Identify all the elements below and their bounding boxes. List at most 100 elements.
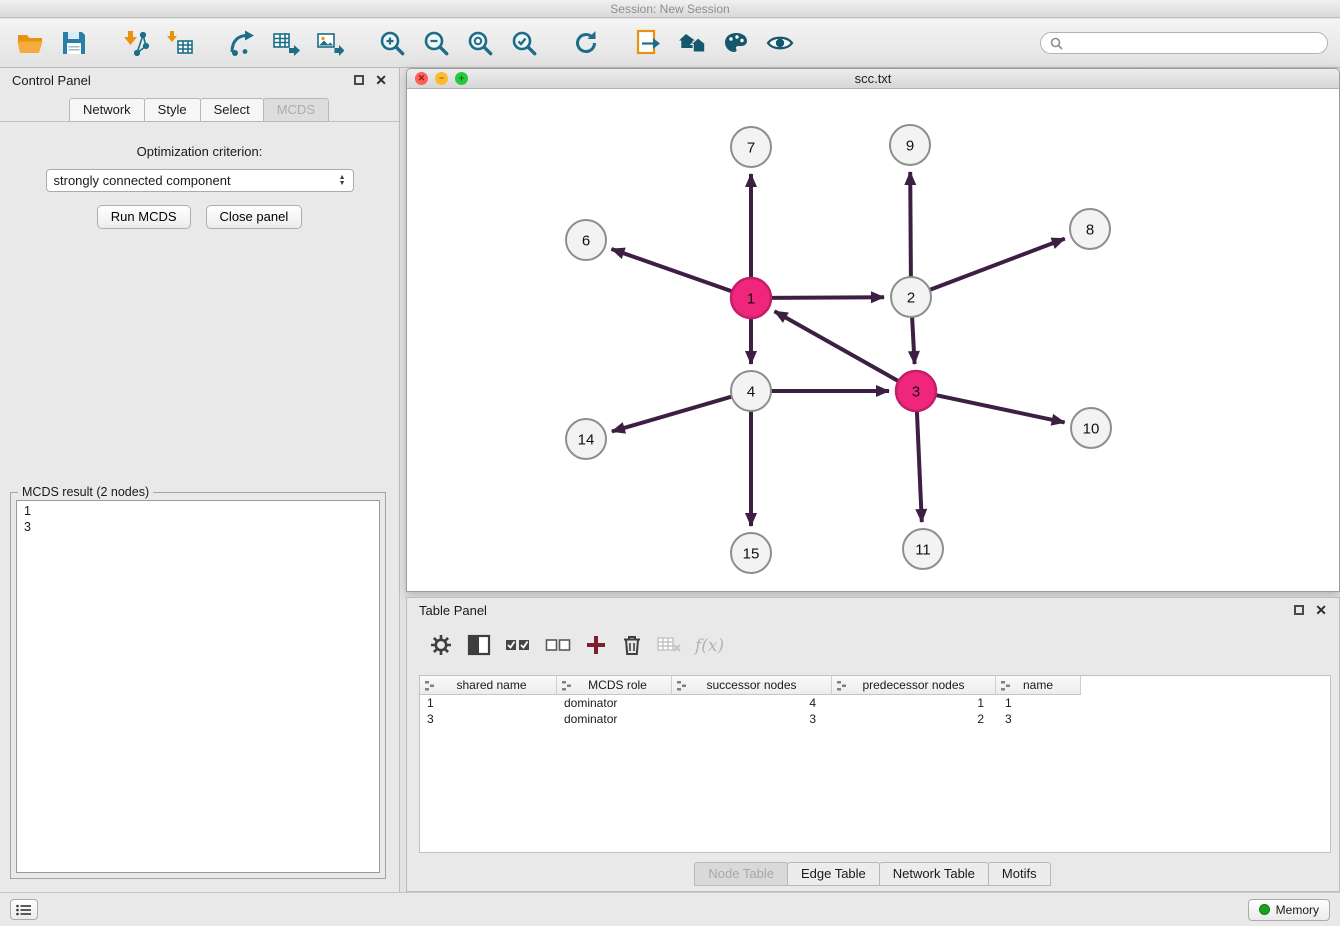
- zoom-out-button[interactable]: [418, 25, 454, 61]
- cell-shared-name[interactable]: 1: [420, 695, 557, 711]
- column-tree-icon: [1000, 680, 1011, 691]
- graph-edge-3-11[interactable]: [917, 411, 922, 522]
- tab-network[interactable]: Network: [69, 98, 145, 122]
- close-table-panel-icon[interactable]: ✕: [1315, 605, 1327, 615]
- graph-node-label-11: 11: [915, 541, 931, 558]
- select-all-columns-button[interactable]: [505, 637, 531, 656]
- zoom-in-button[interactable]: [374, 25, 410, 61]
- network-canvas[interactable]: 7968124314101511: [407, 89, 1339, 591]
- refresh-icon: [572, 29, 600, 57]
- tab-select[interactable]: Select: [200, 98, 264, 122]
- float-table-panel-icon[interactable]: [1294, 605, 1304, 615]
- column-tree-icon: [561, 680, 572, 691]
- graph-edge-4-14[interactable]: [612, 397, 732, 432]
- graph-edge-2-9[interactable]: [910, 172, 911, 277]
- graph-node-label-9: 9: [906, 137, 914, 154]
- table-row[interactable]: 3 dominator 3 2 3: [420, 711, 1330, 727]
- cell-successor-nodes[interactable]: 4: [672, 695, 832, 711]
- graph-node-label-6: 6: [582, 232, 590, 249]
- refresh-group: [568, 25, 604, 61]
- close-panel-button[interactable]: Close panel: [206, 205, 303, 229]
- export-table-button[interactable]: [268, 25, 304, 61]
- table-row[interactable]: 1 dominator 4 1 1: [420, 695, 1330, 711]
- toolbar-search[interactable]: [1040, 32, 1328, 54]
- cell-name[interactable]: 1: [996, 695, 1081, 711]
- show-hide-details-button[interactable]: [762, 25, 798, 61]
- result-item[interactable]: 3: [17, 519, 379, 535]
- graph-edge-2-3[interactable]: [912, 317, 915, 364]
- save-session-button[interactable]: [56, 25, 92, 61]
- import-group: [118, 25, 198, 61]
- mcds-result-title: MCDS result (2 nodes): [18, 485, 153, 499]
- column-tree-icon: [676, 680, 687, 691]
- table-settings-button[interactable]: [429, 633, 453, 660]
- apply-style-button[interactable]: [718, 25, 754, 61]
- houses-icon: [678, 29, 706, 57]
- network-from-selection-button[interactable]: [630, 25, 666, 61]
- column-header-successor-nodes[interactable]: successor nodes: [672, 676, 832, 694]
- window-zoom-button[interactable]: +: [455, 72, 468, 85]
- tab-motifs[interactable]: Motifs: [988, 862, 1051, 886]
- search-input[interactable]: [1068, 36, 1318, 50]
- import-network-button[interactable]: [118, 25, 154, 61]
- delete-table-button-disabled: [657, 636, 681, 657]
- tab-network-table[interactable]: Network Table: [879, 862, 989, 886]
- tab-style[interactable]: Style: [144, 98, 201, 122]
- window-close-button[interactable]: ✕: [415, 72, 428, 85]
- tab-mcds[interactable]: MCDS: [263, 98, 329, 122]
- import-table-button[interactable]: [162, 25, 198, 61]
- memory-label: Memory: [1276, 903, 1319, 917]
- tab-edge-table[interactable]: Edge Table: [787, 862, 880, 886]
- refresh-layout-button[interactable]: [568, 25, 604, 61]
- network-window-titlebar[interactable]: scc.txt ✕ − +: [407, 69, 1339, 89]
- document-network-icon: [634, 29, 662, 57]
- graph-edge-1-2[interactable]: [771, 297, 884, 298]
- column-header-shared-name[interactable]: shared name: [420, 676, 557, 694]
- close-panel-icon[interactable]: ✕: [375, 75, 387, 85]
- mcds-result-list[interactable]: 1 3: [16, 500, 380, 873]
- graph-edge-3-10[interactable]: [936, 395, 1065, 422]
- window-minimize-button[interactable]: −: [435, 72, 448, 85]
- create-column-button[interactable]: [585, 634, 607, 659]
- trash-icon: [621, 634, 643, 656]
- graph-edge-1-6[interactable]: [612, 249, 733, 291]
- zoom-out-icon: [422, 29, 450, 57]
- criterion-select[interactable]: strongly connected component ▲▼: [46, 169, 354, 192]
- delete-column-button[interactable]: [621, 634, 643, 659]
- export-image-button[interactable]: [312, 25, 348, 61]
- show-columns-button[interactable]: [467, 633, 491, 660]
- column-header-name[interactable]: name: [996, 676, 1081, 694]
- column-header-predecessor-nodes[interactable]: predecessor nodes: [832, 676, 996, 694]
- open-session-button[interactable]: [12, 25, 48, 61]
- control-panel-header: Control Panel ✕: [0, 68, 399, 92]
- result-item[interactable]: 1: [17, 503, 379, 519]
- columns-icon: [467, 633, 491, 657]
- export-group: [224, 25, 348, 61]
- graph-edge-3-1[interactable]: [775, 311, 899, 381]
- cell-name[interactable]: 3: [996, 711, 1081, 727]
- float-panel-icon[interactable]: [354, 75, 364, 85]
- status-menu-button[interactable]: [10, 899, 38, 920]
- cell-predecessor-nodes[interactable]: 1: [832, 695, 996, 711]
- unchecked-boxes-icon: [545, 637, 571, 653]
- export-table-icon: [272, 29, 300, 57]
- first-neighbors-button[interactable]: [674, 25, 710, 61]
- cell-mcds-role[interactable]: dominator: [557, 695, 672, 711]
- zoom-fit-button[interactable]: [462, 25, 498, 61]
- deselect-all-columns-button[interactable]: [545, 637, 571, 656]
- network-graph[interactable]: 7968124314101511: [407, 89, 1339, 591]
- memory-button[interactable]: Memory: [1248, 899, 1330, 921]
- graph-edge-2-8[interactable]: [930, 239, 1065, 290]
- export-network-button[interactable]: [224, 25, 260, 61]
- cell-mcds-role[interactable]: dominator: [557, 711, 672, 727]
- cell-shared-name[interactable]: 3: [420, 711, 557, 727]
- column-header-mcds-role[interactable]: MCDS role: [557, 676, 672, 694]
- cell-predecessor-nodes[interactable]: 2: [832, 711, 996, 727]
- save-floppy-icon: [60, 29, 88, 57]
- node-table[interactable]: shared name MCDS role successor nodes pr…: [419, 675, 1331, 853]
- misc-group: [630, 25, 798, 61]
- zoom-selected-button[interactable]: [506, 25, 542, 61]
- tab-node-table[interactable]: Node Table: [694, 862, 788, 886]
- cell-successor-nodes[interactable]: 3: [672, 711, 832, 727]
- run-mcds-button[interactable]: Run MCDS: [97, 205, 191, 229]
